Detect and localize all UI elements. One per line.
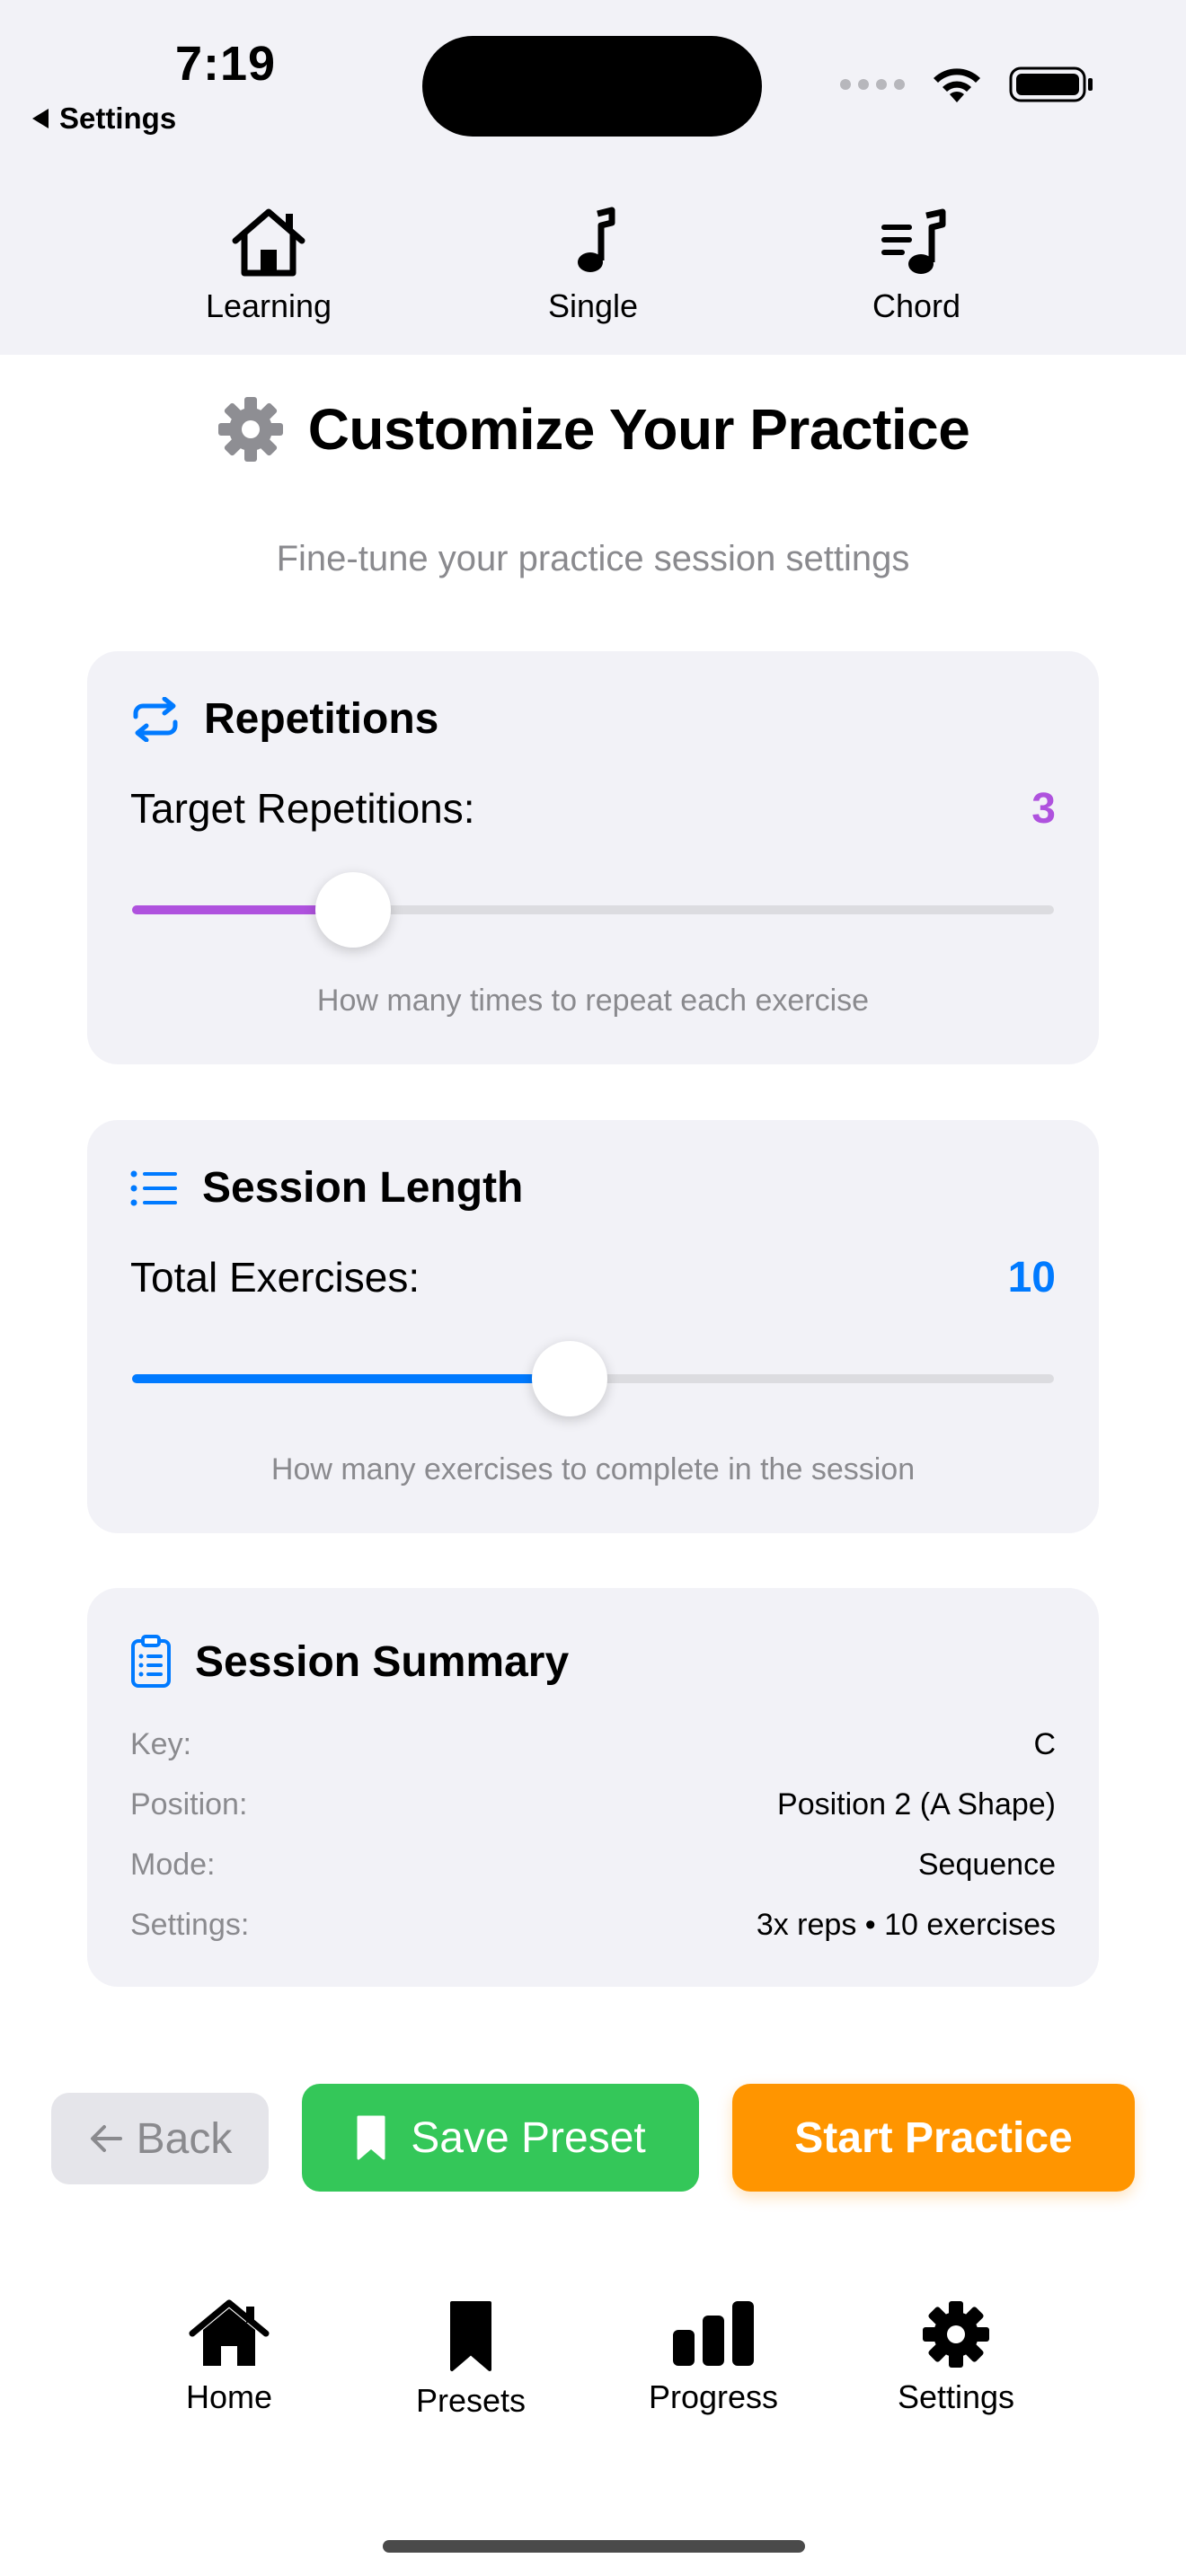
status-time: 7:19 xyxy=(175,37,277,91)
repetitions-slider[interactable] xyxy=(132,872,1054,948)
wifi-icon xyxy=(934,68,980,102)
save-preset-button[interactable]: Save Preset xyxy=(302,2084,699,2192)
session-length-slider-thumb[interactable] xyxy=(532,1341,608,1416)
repetitions-slider-thumb[interactable] xyxy=(315,872,392,948)
gear-icon xyxy=(923,2301,989,2368)
session-length-header: Session Length xyxy=(130,1163,523,1213)
page-subtitle: Fine-tune your practice session settings xyxy=(276,539,910,578)
nav-settings[interactable]: Settings xyxy=(857,2299,1055,2416)
session-summary-title: Session Summary xyxy=(195,1637,570,1686)
mode-tabs: Learning Single Chord xyxy=(0,207,1186,350)
back-triangle-icon xyxy=(32,109,49,128)
back-to-app-link[interactable]: Settings xyxy=(32,101,176,136)
arrow-left-icon xyxy=(90,2125,122,2152)
bottom-nav: Home Presets Progress Settings xyxy=(0,2299,1186,2443)
save-preset-label: Save Preset xyxy=(411,2113,646,2162)
status-icons xyxy=(840,65,1095,104)
total-exercises-label: Total Exercises: xyxy=(130,1254,420,1301)
repetitions-header: Repetitions xyxy=(130,694,438,744)
top-bar: 7:19 Settings Learning Single Chord xyxy=(0,0,1186,355)
summary-settings-value: 3x reps • 10 exercises xyxy=(756,1908,1056,1942)
start-practice-button[interactable]: Start Practice xyxy=(732,2084,1135,2192)
repetitions-title: Repetitions xyxy=(204,695,439,743)
page-header: Customize Your Practice xyxy=(0,395,1186,463)
session-length-slider-fill xyxy=(132,1374,571,1383)
repetitions-card: Repetitions Target Repetitions: 3 How ma… xyxy=(87,651,1099,1064)
gear-icon xyxy=(217,397,283,462)
page-title: Customize Your Practice xyxy=(307,397,970,462)
summary-mode-value: Sequence xyxy=(917,1848,1056,1882)
target-repetitions-value: 3 xyxy=(1031,785,1056,833)
back-button-label: Back xyxy=(136,2114,233,2163)
session-length-card: Session Length Total Exercises: 10 How m… xyxy=(87,1120,1099,1533)
session-summary-header: Session Summary xyxy=(130,1635,569,1689)
bar-chart-icon xyxy=(673,2301,754,2366)
nav-home-label: Home xyxy=(185,2378,273,2415)
tab-chord[interactable]: Chord xyxy=(800,207,1033,325)
clipboard-icon xyxy=(131,1635,171,1688)
total-exercises-value: 10 xyxy=(1007,1254,1056,1301)
signal-dots-icon xyxy=(840,79,905,90)
home-indicator xyxy=(383,2540,805,2553)
nav-settings-label: Settings xyxy=(897,2378,1015,2415)
summary-mode-label: Mode: xyxy=(130,1848,216,1882)
tab-single-label: Single xyxy=(547,287,639,324)
music-note-icon xyxy=(578,207,615,272)
repeat-icon xyxy=(133,696,178,742)
summary-settings-label: Settings: xyxy=(130,1908,250,1942)
bookmark-icon xyxy=(357,2115,385,2160)
battery-icon xyxy=(1009,66,1093,102)
session-length-hint: How many exercises to complete in the se… xyxy=(270,1452,916,1486)
summary-key-label: Key: xyxy=(130,1727,192,1761)
tab-single[interactable]: Single xyxy=(476,207,710,325)
session-summary-card: Session Summary Key: C Position: Positio… xyxy=(87,1588,1099,1987)
note-list-icon xyxy=(881,208,946,274)
house-outline-icon xyxy=(232,208,305,277)
list-icon xyxy=(130,1170,177,1205)
back-button[interactable]: Back xyxy=(51,2093,269,2184)
dynamic-island xyxy=(422,36,762,137)
back-app-label: Settings xyxy=(59,101,177,135)
session-length-title: Session Length xyxy=(202,1164,524,1212)
summary-row-position: Position: Position 2 (A Shape) xyxy=(130,1787,1056,1822)
nav-progress[interactable]: Progress xyxy=(615,2299,812,2416)
summary-row-key: Key: C xyxy=(130,1727,1056,1762)
start-practice-label: Start Practice xyxy=(794,2113,1073,2162)
target-repetitions-label: Target Repetitions: xyxy=(130,785,475,832)
summary-key-value: C xyxy=(1033,1727,1056,1761)
nav-presets-label: Presets xyxy=(415,2382,527,2419)
bookmark-icon xyxy=(450,2301,491,2371)
nav-presets[interactable]: Presets xyxy=(372,2299,570,2420)
summary-position-label: Position: xyxy=(130,1787,248,1822)
session-length-slider[interactable] xyxy=(132,1341,1054,1416)
repetitions-hint: How many times to repeat each exercise xyxy=(316,984,870,1018)
nav-home[interactable]: Home xyxy=(130,2299,328,2416)
tab-learning-label: Learning xyxy=(205,287,332,324)
tab-learning[interactable]: Learning xyxy=(152,207,385,325)
nav-progress-label: Progress xyxy=(648,2378,779,2415)
summary-row-settings: Settings: 3x reps • 10 exercises xyxy=(130,1908,1056,1943)
summary-row-mode: Mode: Sequence xyxy=(130,1848,1056,1883)
tab-chord-label: Chord xyxy=(872,287,961,324)
house-icon xyxy=(189,2299,270,2366)
summary-position-value: Position 2 (A Shape) xyxy=(777,1787,1056,1822)
